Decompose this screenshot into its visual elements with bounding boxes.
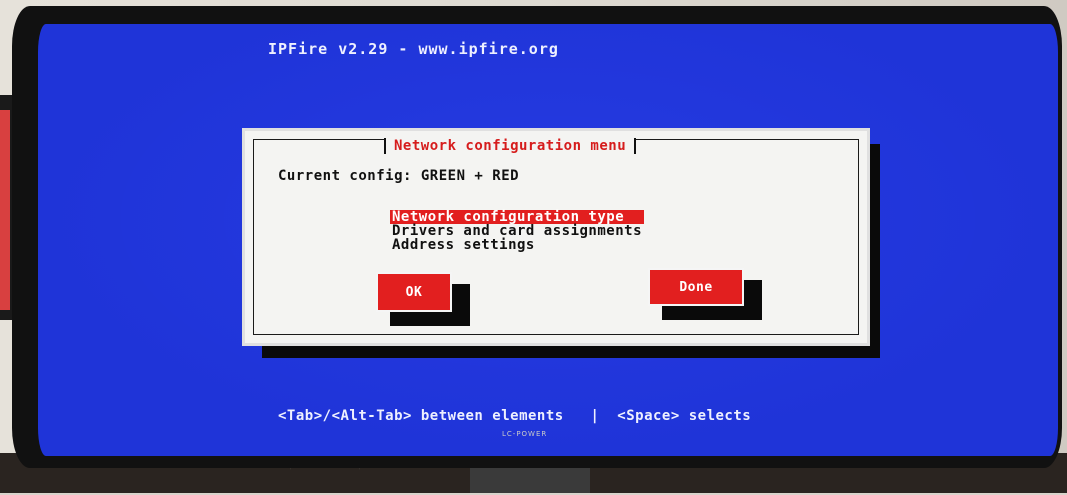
installer-screen: IPFire v2.29 - www.ipfire.org Network co… — [38, 24, 1058, 456]
screen-title: IPFire v2.29 - www.ipfire.org — [268, 40, 559, 58]
menu-item-drivers-card-assignments[interactable]: Drivers and card assignments — [390, 224, 644, 238]
config-menu: Network configuration type Drivers and c… — [390, 210, 645, 252]
current-config-text: Current config: GREEN + RED — [278, 168, 520, 184]
done-button[interactable]: Done — [648, 268, 744, 306]
ok-button[interactable]: OK — [376, 272, 452, 312]
secondary-monitor-screen — [0, 110, 10, 310]
menu-item-network-config-type[interactable]: Network configuration type — [390, 210, 645, 224]
monitor-brand-logo: LC-POWER — [502, 430, 548, 438]
menu-item-address-settings[interactable]: Address settings — [390, 238, 644, 252]
keyboard-hint: <Tab>/<Alt-Tab> between elements | <Spac… — [278, 408, 751, 424]
network-config-dialog: Network configuration menu Current confi… — [242, 128, 870, 346]
dialog-frame: Network configuration menu Current confi… — [253, 138, 859, 335]
monitor-bezel: IPFire v2.29 - www.ipfire.org Network co… — [12, 6, 1062, 468]
dialog-title: Network configuration menu — [384, 138, 637, 154]
keyboard-hint-text: <Tab>/<Alt-Tab> between elements | <Spac… — [278, 408, 752, 424]
